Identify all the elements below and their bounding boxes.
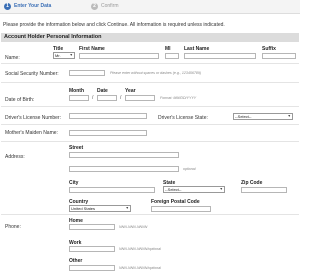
date-separator: / [92, 95, 94, 101]
street-line-2-optional-hint: optional [183, 167, 196, 171]
drivers-license-number-label: Driver's License Number: [5, 115, 61, 121]
country-select-value: United States [71, 206, 96, 211]
suffix-header: Suffix [262, 46, 276, 52]
date-header: Date [97, 88, 108, 94]
chevron-down-icon: ▼ [125, 206, 129, 210]
other-phone-field[interactable] [69, 265, 115, 271]
dob-label: Date of Birth: [5, 97, 35, 103]
last-name-field[interactable] [184, 53, 256, 59]
address-state-value: --Select-- [165, 187, 182, 192]
last-name-header: Last Name [184, 46, 210, 52]
chevron-down-icon: ▼ [287, 114, 291, 118]
month-field[interactable] [69, 95, 89, 101]
work-phone-field[interactable] [69, 246, 115, 252]
country-select[interactable]: United States ▼ [69, 205, 131, 212]
zip-code-field[interactable] [241, 187, 287, 193]
address-label: Address: [5, 154, 25, 160]
year-header: Year [125, 88, 136, 94]
divider [1, 124, 299, 125]
street-line-1-field[interactable] [69, 152, 179, 158]
date-separator: / [120, 95, 122, 101]
other-phone-hint: NNN-NNN-NNNN/optional [119, 266, 161, 270]
drivers-license-state-value: --Select-- [235, 114, 252, 119]
other-phone-header: Other [69, 258, 83, 264]
chevron-down-icon: ▼ [69, 53, 73, 57]
drivers-license-state-select[interactable]: --Select-- ▼ [233, 113, 293, 120]
first-name-field[interactable] [79, 53, 159, 59]
month-header: Month [69, 88, 84, 94]
city-field[interactable] [69, 187, 155, 193]
mi-header: MI [165, 46, 171, 52]
drivers-license-state-label: Driver's License State: [158, 115, 208, 121]
divider [1, 63, 299, 64]
city-header: City [69, 180, 79, 186]
street-line-2-field[interactable] [69, 166, 179, 172]
street-header: Street [69, 145, 84, 151]
first-name-header: First Name [79, 46, 105, 52]
step-1-number: 1 [4, 3, 11, 10]
title-select-value: Mr. [55, 53, 61, 58]
home-phone-field[interactable] [69, 224, 115, 230]
zip-code-header: Zip Code [241, 180, 263, 186]
divider [1, 141, 299, 142]
intro-text: Please provide the information below and… [3, 22, 225, 28]
name-label: Name: [5, 55, 20, 61]
foreign-postal-code-header: Foreign Postal Code [151, 199, 200, 205]
address-state-select[interactable]: --Select-- ▼ [163, 186, 225, 193]
divider [1, 214, 299, 215]
phone-label: Phone: [5, 224, 21, 230]
day-field[interactable] [97, 95, 117, 101]
middle-initial-field[interactable] [165, 53, 179, 59]
divider [1, 106, 299, 107]
mothers-maiden-name-label: Mother's Maiden Name: [5, 130, 58, 136]
mothers-maiden-name-field[interactable] [69, 130, 147, 136]
home-phone-hint: NNN-NNN-NNNN [119, 225, 148, 229]
foreign-postal-code-field[interactable] [151, 206, 211, 212]
title-select[interactable]: Mr. ▼ [53, 52, 75, 59]
divider [1, 82, 299, 83]
suffix-field[interactable] [262, 53, 296, 59]
step-1-label: Enter Your Data [14, 3, 52, 9]
work-phone-hint: NNN-NNN-NNNN/optional [119, 247, 161, 251]
dob-format-hint: Format: MM/DD/YYYY [160, 96, 197, 100]
ssn-field[interactable] [69, 70, 105, 76]
ssn-label: Social Security Number: [5, 71, 59, 77]
drivers-license-number-field[interactable] [69, 113, 147, 119]
chevron-down-icon: ▼ [219, 187, 223, 191]
ssn-hint: Please enter without spaces or dashes (e… [110, 71, 202, 75]
year-field[interactable] [125, 95, 155, 101]
step-2-label: Confirm [101, 3, 119, 9]
step-2-number: 2 [91, 3, 98, 10]
section-header: Account Holder Personal Information [1, 33, 299, 42]
